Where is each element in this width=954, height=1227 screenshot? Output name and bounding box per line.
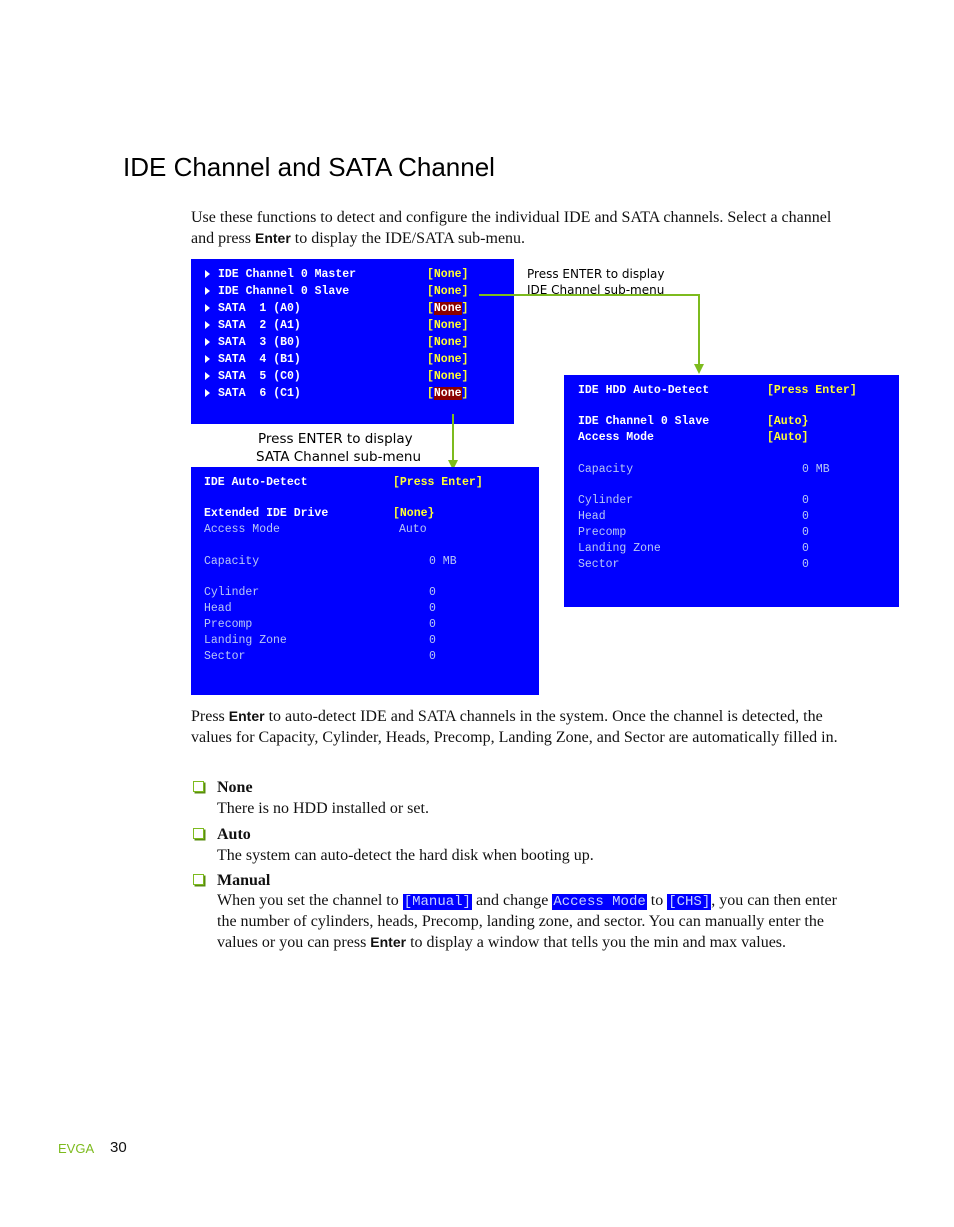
checkbox-bullet-icon <box>193 828 204 839</box>
arrowhead-icon <box>694 364 704 374</box>
field-value: 0 <box>802 542 809 555</box>
field-label: Head <box>578 510 606 523</box>
callout-line: Press ENTER to display <box>258 431 413 447</box>
option-title-manual: Manual <box>217 872 271 889</box>
hdd-auto-detect-label[interactable]: IDE HDD Auto-Detect <box>578 384 709 398</box>
callout-line: Press ENTER to display <box>527 267 665 281</box>
desc-text: to display a window that tells you the m… <box>406 934 787 951</box>
field-value: 0 <box>429 602 436 615</box>
access-mode-code: Access Mode <box>552 894 647 910</box>
field-value: 0 <box>429 650 436 663</box>
field-value: 0 <box>802 494 809 507</box>
field-label: Landing Zone <box>578 542 661 555</box>
access-mode-value: Auto <box>399 523 427 536</box>
auto-detect-paragraph: Press Enter to auto-detect IDE and SATA … <box>191 706 841 748</box>
channel-value[interactable]: [Auto} <box>767 415 808 429</box>
footer-brand: EVGA <box>58 1141 95 1156</box>
enter-key-label: Enter <box>228 708 265 724</box>
desc-text: When you set the channel to <box>217 892 403 909</box>
ide-callout: Press ENTER to display IDE Channel sub-m… <box>527 266 665 298</box>
option-desc-none: There is no HDD installed or set. <box>217 800 429 817</box>
field-value: 0 <box>802 510 809 523</box>
option-desc-auto: The system can auto-detect the hard disk… <box>217 847 594 864</box>
checkbox-bullet-icon <box>193 874 204 885</box>
press-text: Press <box>191 708 229 725</box>
checkbox-bullet-icon <box>193 781 204 792</box>
field-label: Sector <box>578 558 620 571</box>
sata-submenu-panel: IDE Auto-Detect [Press Enter] Extended I… <box>191 467 539 695</box>
field-label: Landing Zone <box>204 634 287 647</box>
field-label: Cylinder <box>578 494 634 507</box>
access-mode-value[interactable]: [Auto] <box>767 431 808 445</box>
access-mode-label[interactable]: Access Mode <box>578 431 654 445</box>
auto-detect-label[interactable]: IDE Auto-Detect <box>204 476 308 490</box>
field-label: Sector <box>204 650 246 663</box>
desc-text: and change <box>471 892 553 909</box>
capacity-label: Capacity <box>578 463 634 476</box>
capacity-value: 0 MB <box>429 555 457 568</box>
field-value: 0 <box>802 558 809 571</box>
option-title-none: None <box>217 779 253 796</box>
callout-line: IDE Channel sub-menu <box>527 283 665 297</box>
sata-callout: Press ENTER to display SATA Channel sub-… <box>256 430 421 466</box>
auto-detect-value[interactable]: [Press Enter] <box>393 476 483 490</box>
field-value: 0 <box>429 586 436 599</box>
field-label: Cylinder <box>204 586 260 599</box>
manual-code: [Manual] <box>402 894 472 910</box>
option-desc-manual: When you set the channel to [Manual] and… <box>217 891 857 953</box>
field-label: Head <box>204 602 232 615</box>
extended-drive-value[interactable]: [None} <box>393 507 434 521</box>
field-label: Precomp <box>204 618 253 631</box>
hdd-auto-detect-value[interactable]: [Press Enter] <box>767 384 857 398</box>
ide-connector-line <box>479 294 700 366</box>
chs-code: [CHS] <box>667 894 712 910</box>
field-value: 0 <box>802 526 809 539</box>
field-value: 0 <box>429 618 436 631</box>
capacity-label: Capacity <box>204 555 260 568</box>
capacity-value: 0 MB <box>802 463 830 476</box>
enter-key-label: Enter <box>370 934 407 950</box>
option-title-auto: Auto <box>217 826 251 843</box>
field-label: Precomp <box>578 526 627 539</box>
ide-submenu-panel: IDE HDD Auto-Detect [Press Enter] IDE Ch… <box>564 375 899 607</box>
page-number: 30 <box>110 1139 127 1156</box>
extended-drive-label[interactable]: Extended IDE Drive <box>204 507 328 521</box>
press-text-end: to auto-detect IDE and SATA channels in … <box>191 708 838 746</box>
channel-label[interactable]: IDE Channel 0 Slave <box>578 415 709 429</box>
access-mode-label: Access Mode <box>204 523 280 536</box>
callout-line: SATA Channel sub-menu <box>256 449 422 465</box>
desc-text: to <box>646 892 668 909</box>
field-value: 0 <box>429 634 436 647</box>
